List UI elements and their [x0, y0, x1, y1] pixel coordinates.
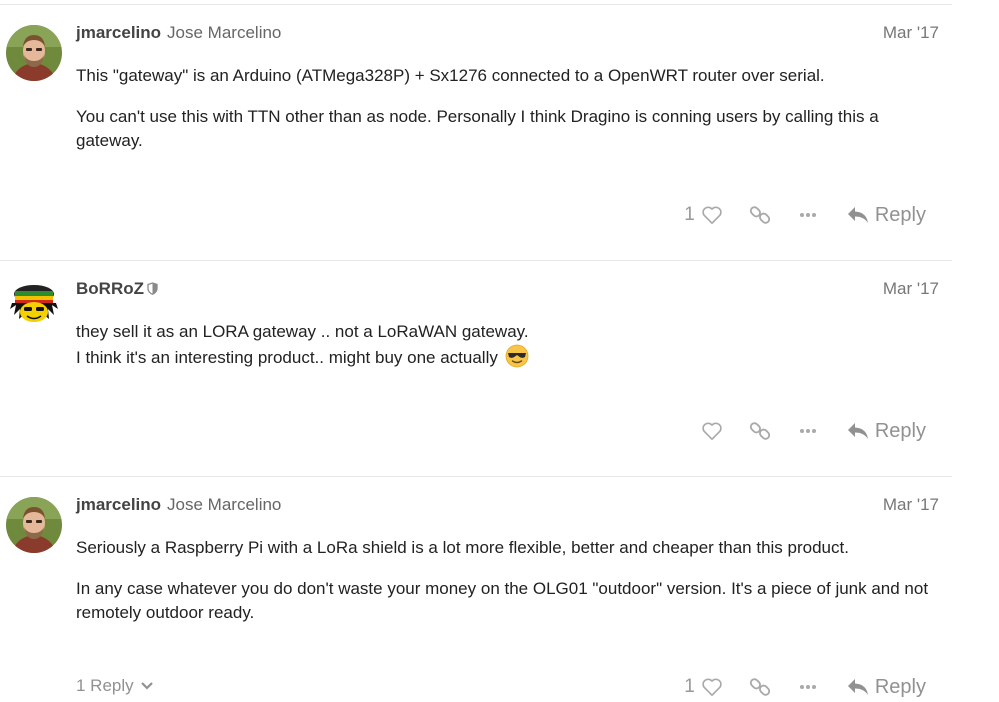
ellipsis-icon — [799, 213, 816, 217]
like-button[interactable] — [701, 416, 723, 446]
shield-icon — [147, 280, 158, 300]
reply-button[interactable]: Reply — [847, 672, 926, 702]
post-paragraph: In any case whatever you do don't waste … — [76, 579, 929, 622]
reply-arrow-icon — [847, 423, 868, 439]
like-button[interactable] — [701, 672, 723, 702]
post-paragraph: You can't use this with TTN other than a… — [76, 107, 879, 150]
reply-button[interactable]: Reply — [847, 416, 926, 446]
topic-post-stream: jmarcelino Jose Marcelino Mar '17 This "g… — [0, 0, 952, 698]
avatar[interactable] — [6, 497, 62, 553]
post-paragraph: Seriously a Raspberry Pi with a LoRa shi… — [76, 538, 849, 557]
reply-button[interactable]: Reply — [847, 200, 926, 230]
more-actions-button[interactable] — [799, 416, 817, 446]
post-username[interactable]: jmarcelino Jose Marcelino — [76, 23, 281, 43]
share-link-button[interactable] — [749, 672, 771, 702]
username[interactable]: jmarcelino — [76, 495, 161, 514]
post-line: I think it's an interesting product.. mi… — [76, 348, 498, 367]
link-icon — [749, 206, 770, 224]
replies-count-label: 1 Reply — [76, 676, 134, 695]
link-icon — [749, 422, 770, 440]
more-actions-button[interactable] — [799, 672, 817, 702]
post-actions: Reply — [701, 416, 926, 446]
post-paragraph: they sell it as an LORA gateway .. not a… — [76, 320, 936, 375]
username[interactable]: jmarcelino — [76, 23, 161, 42]
heart-icon — [702, 678, 722, 696]
reply-arrow-icon — [847, 207, 868, 223]
reply-label: Reply — [874, 675, 926, 698]
post-actions: 1 Reply — [684, 672, 926, 702]
like-count[interactable]: 1 — [684, 204, 695, 226]
post-username[interactable]: jmarcelino Jose Marcelino — [76, 495, 281, 515]
avatar[interactable] — [6, 279, 62, 335]
ellipsis-icon — [799, 429, 816, 433]
more-actions-button[interactable] — [799, 200, 817, 230]
heart-icon — [702, 422, 722, 440]
reply-label: Reply — [874, 203, 926, 226]
username[interactable]: BoRRoZ — [76, 279, 144, 298]
share-link-button[interactable] — [749, 200, 771, 230]
post-username[interactable]: BoRRoZ — [76, 279, 158, 300]
post-2: BoRRoZ Mar '17 they sell it as an LORA g… — [0, 260, 952, 477]
post-1: jmarcelino Jose Marcelino Mar '17 This "g… — [0, 4, 952, 261]
post-paragraph: This "gateway" is an Arduino (ATMega328P… — [76, 66, 825, 85]
post-date[interactable]: Mar '17 — [883, 23, 939, 43]
share-link-button[interactable] — [749, 416, 771, 446]
avatar[interactable] — [6, 25, 62, 81]
post-date[interactable]: Mar '17 — [883, 279, 939, 299]
post-3: jmarcelino Jose Marcelino Mar '17 Serious… — [0, 476, 952, 698]
link-icon — [749, 678, 770, 696]
reply-arrow-icon — [847, 679, 868, 695]
post-date[interactable]: Mar '17 — [883, 495, 939, 515]
full-name[interactable]: Jose Marcelino — [167, 495, 281, 514]
post-line: they sell it as an LORA gateway .. not a… — [76, 322, 529, 341]
reply-label: Reply — [874, 419, 926, 442]
full-name[interactable]: Jose Marcelino — [167, 23, 281, 42]
ellipsis-icon — [799, 685, 816, 689]
like-count[interactable]: 1 — [684, 676, 695, 698]
heart-icon — [702, 206, 722, 224]
like-button[interactable] — [701, 200, 723, 230]
replies-toggle[interactable]: 1 Reply — [76, 676, 154, 696]
post-actions: 1 Reply — [684, 200, 926, 230]
sunglasses-emoji — [505, 344, 529, 375]
